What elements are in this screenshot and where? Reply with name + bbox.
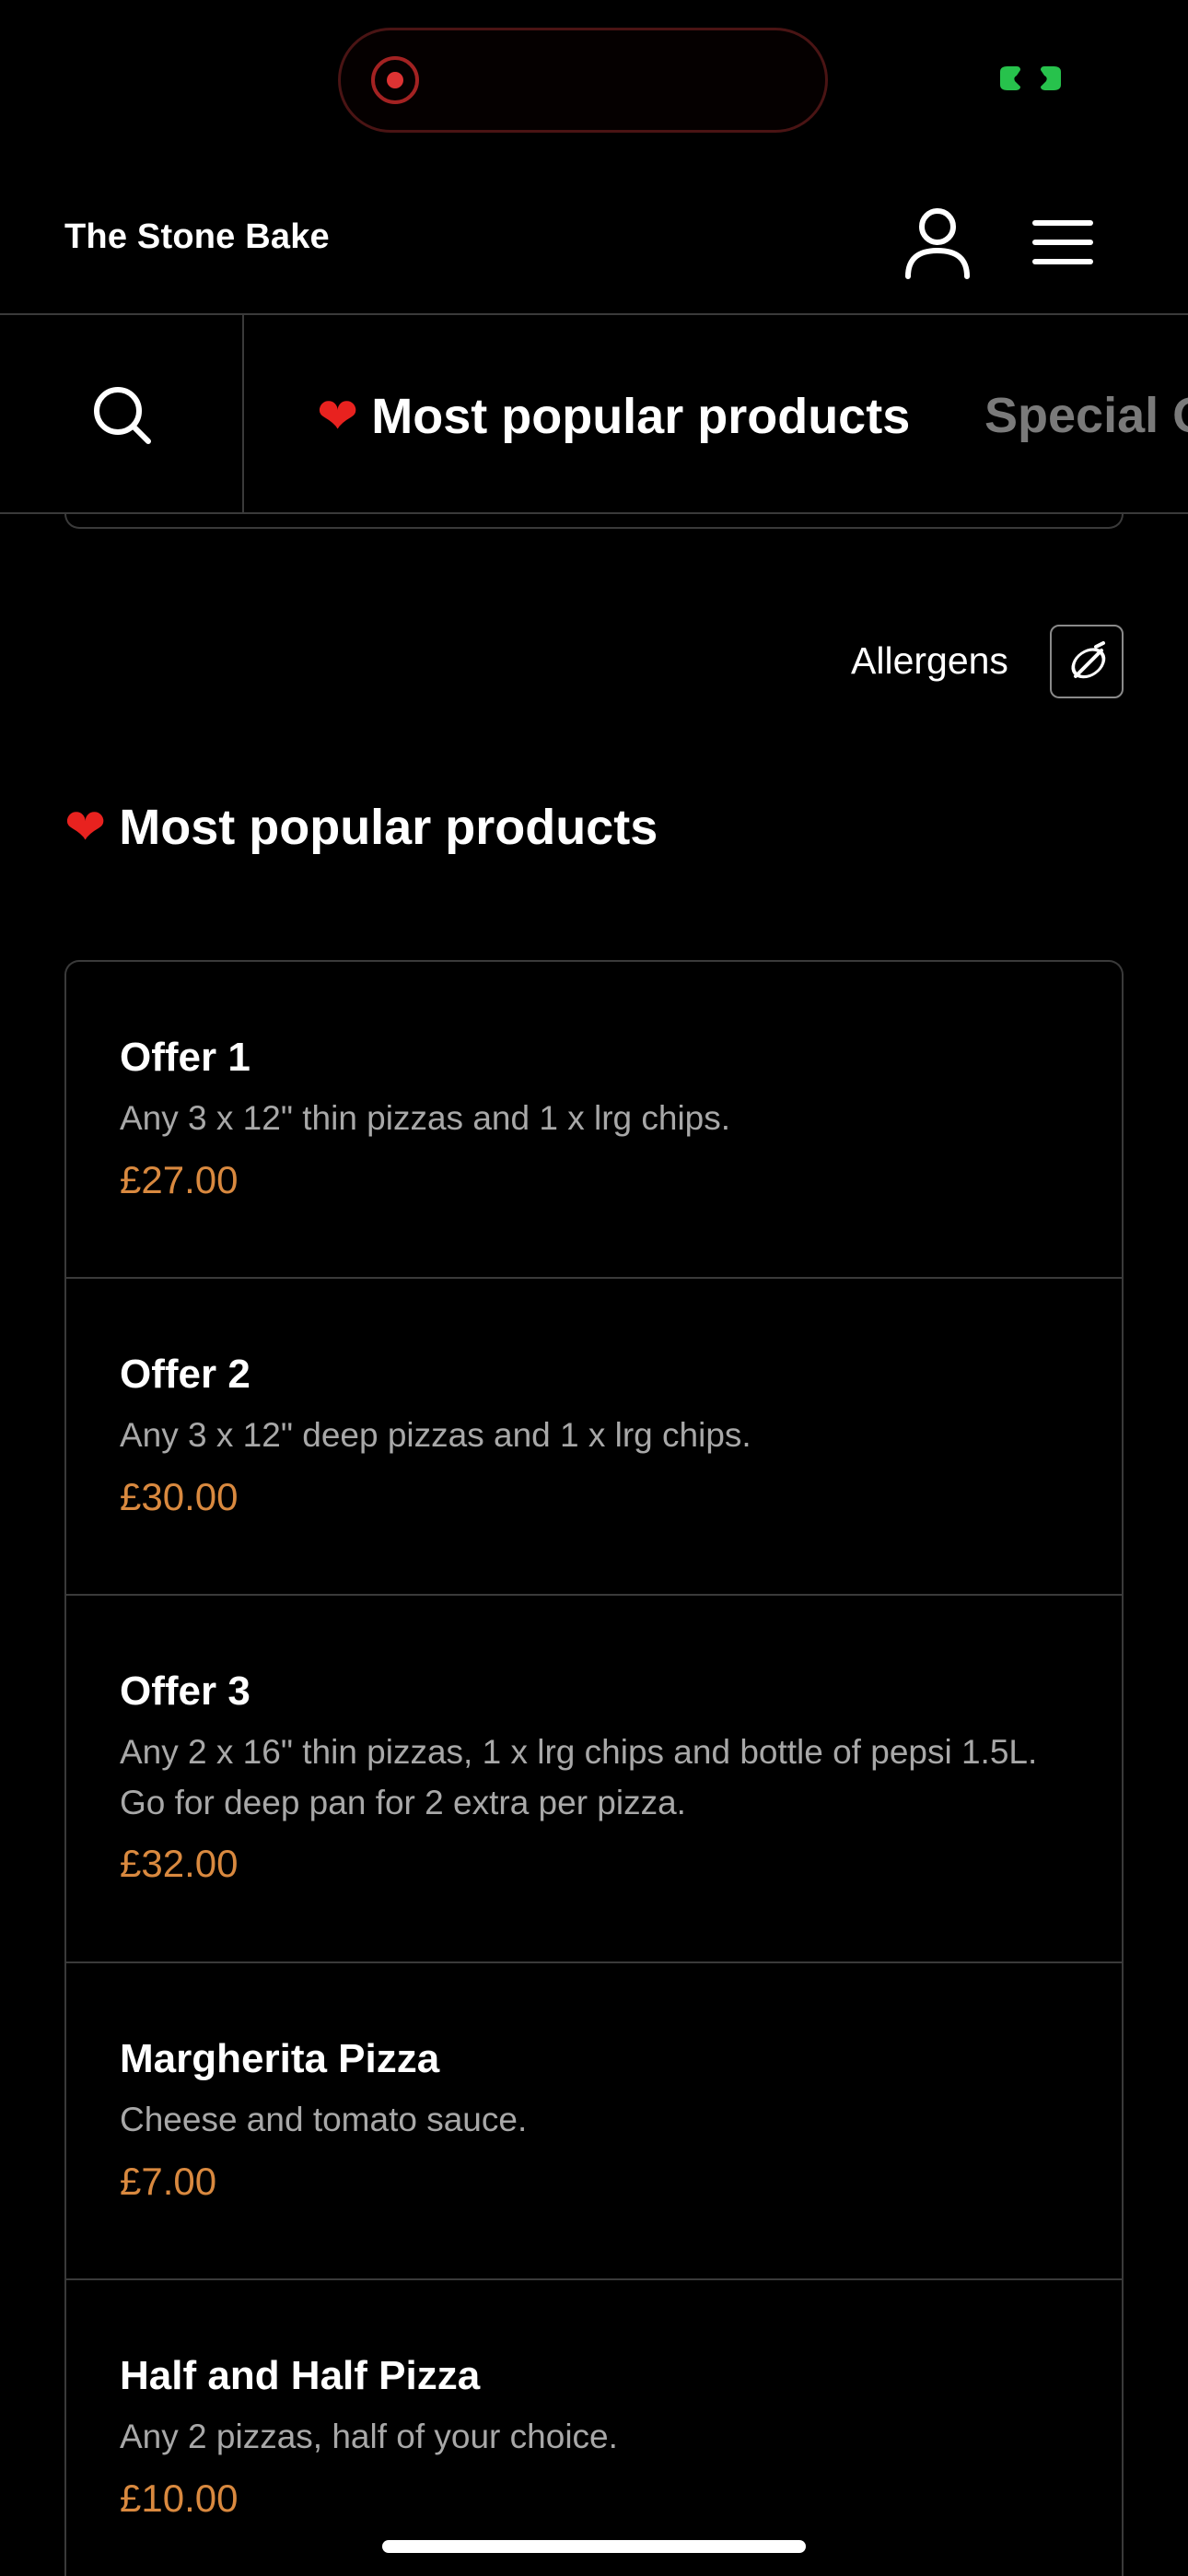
product-description: Any 3 x 12" deep pizzas and 1 x lrg chip… <box>120 1415 751 1454</box>
screen-recording-icon <box>371 56 419 104</box>
hamburger-icon <box>1032 220 1093 264</box>
search-icon <box>94 387 151 444</box>
card-bottom-edge <box>64 512 1124 529</box>
category-nav: ❤Most popular products Special O <box>0 315 1188 512</box>
product-description: Any 2 pizzas, half of your choice. <box>120 2417 618 2455</box>
product-name: Offer 2 <box>120 1352 250 1397</box>
product-description: Cheese and tomato sauce. <box>120 2100 528 2138</box>
product-item-margherita-pizza[interactable]: Margherita Pizza Cheese and tomato sauce… <box>66 1963 1122 2280</box>
product-item-half-and-half-pizza[interactable]: Half and Half Pizza Any 2 pizzas, half o… <box>66 2280 1122 2576</box>
product-name: Offer 1 <box>120 1035 250 1080</box>
site-header: The Stone Bake <box>0 175 1188 313</box>
product-price: £32.00 <box>120 1842 239 1886</box>
user-icon <box>905 208 970 279</box>
allergens-button[interactable] <box>1050 625 1124 698</box>
account-button[interactable] <box>899 203 976 280</box>
product-name: Offer 3 <box>120 1669 250 1714</box>
home-indicator[interactable] <box>382 2540 806 2553</box>
menu-button[interactable] <box>1026 210 1103 275</box>
product-name: Half and Half Pizza <box>120 2353 481 2398</box>
dynamic-island <box>338 28 828 133</box>
allergens-icon <box>1071 641 1106 679</box>
section-title-label: Most popular products <box>119 800 658 855</box>
tab-most-popular-products[interactable]: ❤ Most popular products <box>317 387 910 445</box>
product-item-offer-2[interactable]: Offer 2 Any 3 x 12" deep pizzas and 1 x … <box>66 1279 1122 1596</box>
call-indicator-icon <box>1000 66 1061 90</box>
product-price: £10.00 <box>120 2476 239 2520</box>
section-title: ❤ Most popular products <box>64 798 658 856</box>
product-item-offer-3[interactable]: Offer 3 Any 2 x 16" thin pizzas, 1 x lrg… <box>66 1596 1122 1963</box>
product-price: £30.00 <box>120 1474 239 1518</box>
product-name: Margherita Pizza <box>120 2036 440 2081</box>
app-page: The Stone Bake ❤ Most popular products S… <box>0 0 1188 2576</box>
tab-label: Most popular products <box>371 389 911 444</box>
product-description: Any 3 x 12" thin pizzas and 1 x lrg chip… <box>120 1098 731 1137</box>
heart-emoji-icon: ❤ <box>64 800 107 855</box>
brand-name[interactable]: The Stone Bake <box>64 217 330 257</box>
product-item-offer-1[interactable]: Offer 1 Any 3 x 12" thin pizzas and 1 x … <box>66 962 1122 1279</box>
tab-label: Special O <box>984 388 1188 443</box>
product-price: £7.00 <box>120 2159 217 2203</box>
search-button[interactable] <box>0 315 244 512</box>
product-description: Any 2 x 16" thin pizzas, 1 x lrg chips a… <box>120 1732 1038 1821</box>
tab-special-offers[interactable]: Special O <box>984 387 1188 444</box>
product-price: £27.00 <box>120 1157 239 1201</box>
product-list: Offer 1 Any 3 x 12" thin pizzas and 1 x … <box>64 960 1124 2576</box>
allergens-label[interactable]: Allergens <box>851 639 1008 683</box>
heart-emoji-icon: ❤ <box>317 389 359 444</box>
